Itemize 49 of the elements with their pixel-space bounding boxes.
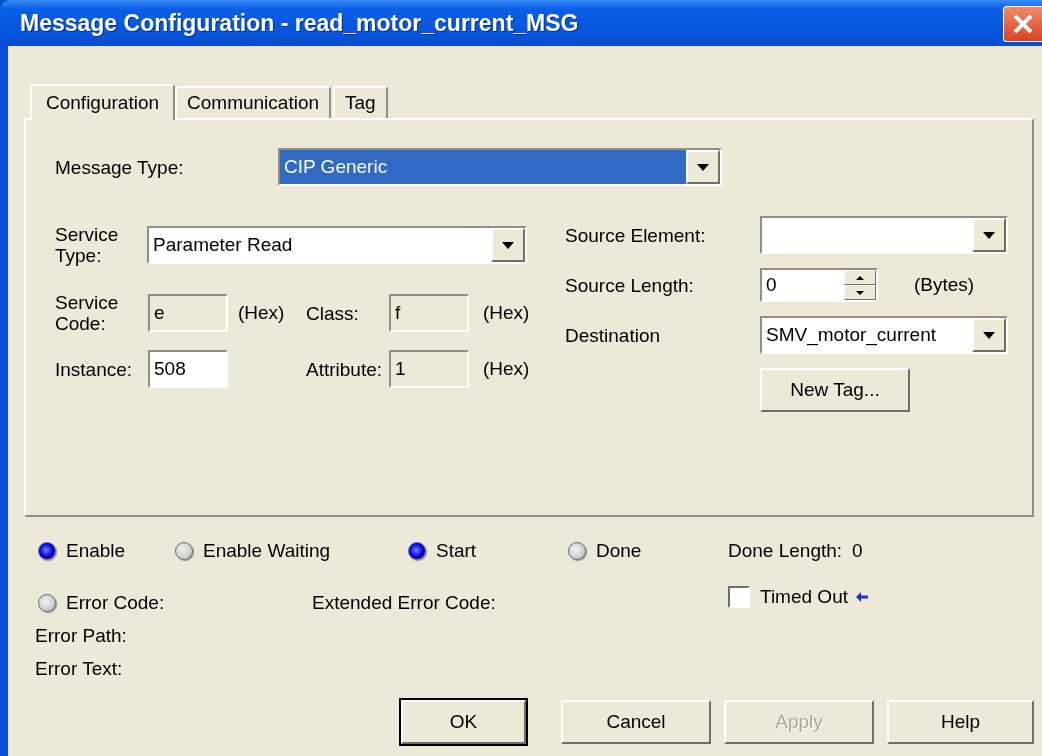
dropdown-arrow-icon [983, 331, 995, 339]
text-field[interactable]: 508 [148, 350, 228, 388]
field-label: Service Type: [55, 224, 120, 266]
status-label: Error Text: [35, 656, 124, 681]
tab[interactable]: Configuration [30, 84, 176, 120]
checkbox-label: Timed Out [760, 586, 848, 608]
unit-label: (Hex) [237, 302, 286, 324]
field-label: Destination [565, 324, 662, 346]
dropdown-arrow-icon [502, 241, 514, 249]
timed-out-checkbox[interactable] [728, 586, 750, 608]
text-field: f [389, 294, 469, 332]
window-title: Message Configuration - read_motor_current_MSG [20, 9, 579, 37]
field-label: Source Element: [565, 224, 707, 246]
dialog-button[interactable]: Help [887, 700, 1034, 744]
close-icon [1012, 13, 1034, 35]
message-type-dropdown[interactable]: CIP Generic [278, 148, 722, 186]
tab[interactable]: Tag [333, 86, 388, 118]
field-label: Message Type: [55, 156, 185, 178]
status-value: 0 [852, 540, 863, 562]
field-label: Class: [306, 302, 360, 324]
close-button[interactable] [1003, 6, 1042, 42]
text-field: e [148, 294, 228, 332]
dropdown-arrow-icon [697, 163, 709, 171]
field-label: Service Code: [55, 292, 120, 334]
status-label: Enable [66, 540, 126, 562]
status-label: Done Length: [728, 540, 843, 562]
field-label: Instance: [55, 358, 134, 380]
status-label: Error Code: [66, 592, 165, 614]
status-label: Start [436, 540, 477, 562]
unit-label: (Bytes) [913, 274, 975, 296]
tab[interactable]: Communication [175, 86, 332, 118]
destination-dropdown[interactable]: SMV_motor_current [760, 316, 1008, 354]
dropdown-arrow-icon [983, 231, 995, 239]
unit-label: (Hex) [482, 358, 531, 380]
status-label: Done [596, 540, 642, 562]
unit-label: (Hex) [482, 302, 531, 324]
status-label: Error Path: [35, 623, 128, 648]
status-label: Extended Error Code: [312, 592, 496, 614]
new-tag-button[interactable]: New Tag... [760, 368, 910, 412]
dialog-button[interactable]: OK [401, 700, 526, 744]
dialog-button[interactable]: Cancel [561, 700, 711, 744]
field-label: Attribute: [306, 358, 384, 380]
arrow-left-icon [856, 592, 868, 602]
text-field: 1 [389, 350, 469, 388]
status-label: Enable Waiting [203, 540, 331, 562]
source-length-spinner[interactable]: 0 [760, 268, 878, 302]
field-label: Source Length: [565, 274, 695, 296]
service-type-dropdown[interactable]: Parameter Read [147, 226, 527, 264]
source-element-dropdown[interactable] [760, 216, 1008, 254]
